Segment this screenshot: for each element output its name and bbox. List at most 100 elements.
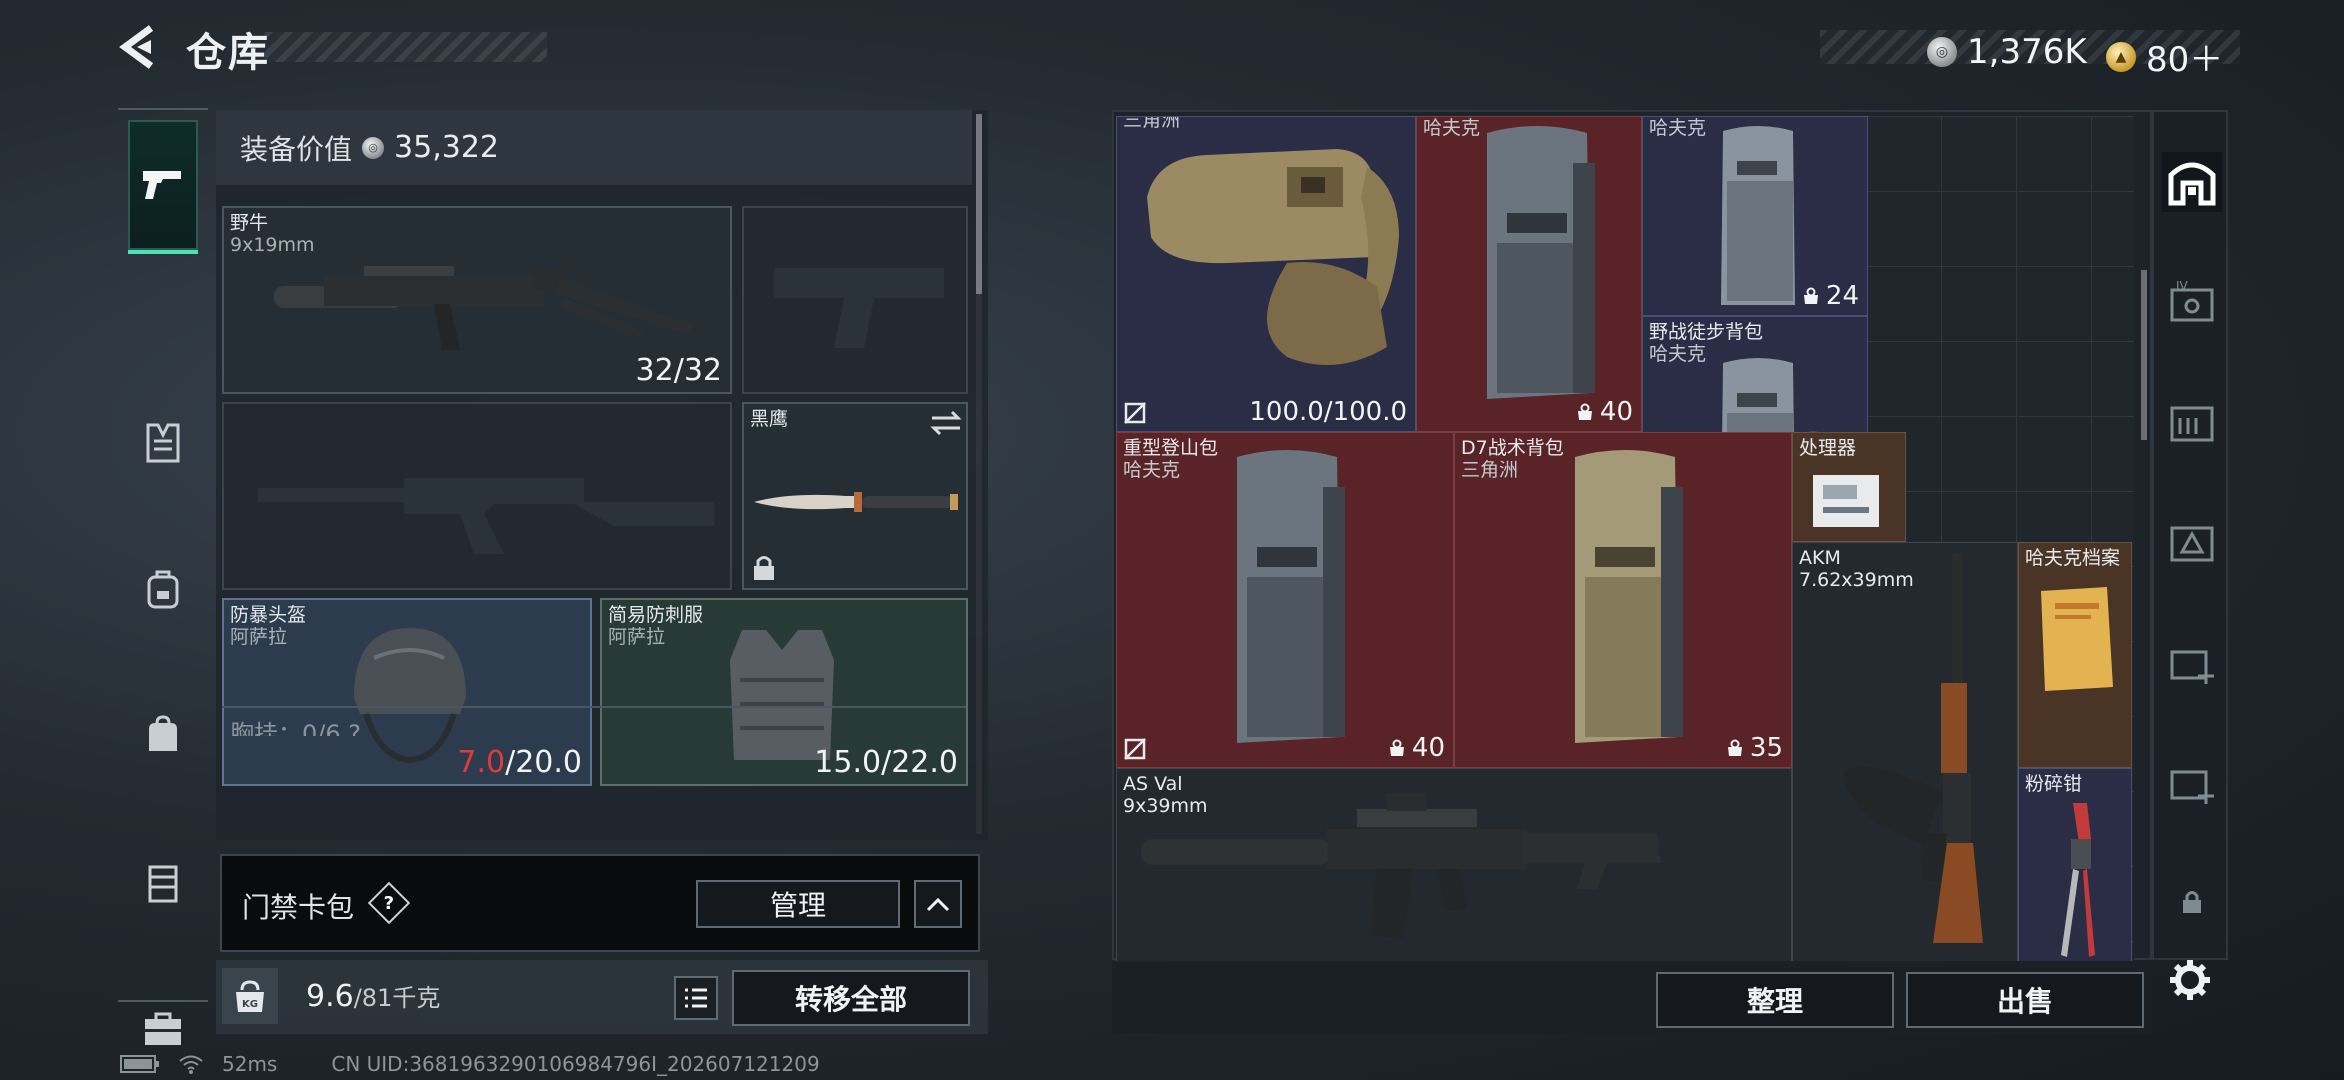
sort-button[interactable]: 整理 bbox=[1656, 972, 1894, 1028]
smg-weapon-image bbox=[274, 266, 694, 350]
stash-item-file[interactable]: 哈夫克档案 bbox=[2018, 542, 2132, 768]
stash-lock-button[interactable] bbox=[2162, 872, 2222, 932]
weight-glyph-icon bbox=[1389, 739, 1404, 756]
storage-triangle-icon bbox=[2170, 526, 2214, 562]
backpack-icon bbox=[147, 570, 179, 609]
helmet-name: 防暴头盔 bbox=[230, 604, 307, 626]
stash-action-bar: 整理 出售 bbox=[1112, 962, 2152, 1034]
stash-item-backpack-1[interactable]: 哈夫克 40 bbox=[1416, 116, 1642, 432]
plate-carrier-image bbox=[1147, 149, 1399, 365]
stash-item-d7-tactical-pack-origin: 三角洲 bbox=[1461, 459, 1519, 481]
list-view-button[interactable] bbox=[674, 976, 718, 1020]
tab-weapons[interactable] bbox=[128, 120, 198, 254]
primary-weapon-slot[interactable]: 野牛 9x19mm 32/32 bbox=[222, 206, 732, 394]
list-icon bbox=[685, 988, 707, 1008]
stash-item-heavy-mountain-pack[interactable]: 重型登山包 哈夫克 40 bbox=[1116, 432, 1454, 768]
manage-button[interactable]: 管理 bbox=[696, 880, 900, 928]
stash-scroll-thumb[interactable] bbox=[2141, 270, 2147, 440]
stash-item-heavy-mountain-pack-origin: 哈夫克 bbox=[1123, 459, 1181, 481]
armor-slot[interactable]: 简易防刺服 阿萨拉 15.0/22.0 bbox=[600, 598, 968, 786]
stash-item-backpack-1-count-value: 40 bbox=[1599, 397, 1633, 427]
swap-icon[interactable] bbox=[928, 408, 964, 438]
helmet-origin: 阿萨拉 bbox=[230, 626, 288, 648]
add-storage-icon bbox=[2170, 770, 2214, 804]
expand-button[interactable] bbox=[914, 880, 962, 928]
akm-rifle-image bbox=[1843, 553, 1983, 943]
armor-durability: 15.0/22.0 bbox=[814, 745, 958, 780]
weight-icon: KG bbox=[222, 968, 278, 1024]
stash-item-bolt-cutter[interactable]: 粉碎钳 bbox=[2018, 768, 2132, 961]
equipment-scrollbar[interactable] bbox=[976, 114, 982, 834]
gold-currency[interactable]: ▲ 80＋ bbox=[2106, 32, 2223, 81]
stash-item-d7-tactical-pack[interactable]: D7战术背包 三角洲 35 bbox=[1454, 432, 1792, 768]
transfer-all-button[interactable]: 转移全部 bbox=[732, 970, 970, 1026]
stash-item-heavy-mountain-pack-count-value: 40 bbox=[1411, 733, 1445, 763]
settings-button[interactable] bbox=[2162, 952, 2218, 1008]
stash-add-tab-2[interactable] bbox=[2162, 752, 2222, 812]
secondary-weapon-slot[interactable] bbox=[222, 402, 732, 590]
melee-slot[interactable]: 黑鹰 bbox=[742, 402, 968, 590]
stash-tab-1[interactable]: IV bbox=[2162, 272, 2222, 332]
stash-item-backpack-2-count-value: 24 bbox=[1825, 281, 1859, 311]
stash-item-vest-label: 三角洲 bbox=[1123, 116, 1181, 131]
stash-tab-2[interactable] bbox=[2162, 392, 2222, 452]
pistol-slot[interactable] bbox=[742, 206, 968, 394]
weight-glyph-icon bbox=[1727, 739, 1742, 756]
as-val-rifle-image bbox=[1141, 793, 1661, 939]
stash-item-heavy-mountain-pack-name: 重型登山包 bbox=[1123, 437, 1219, 459]
helmet-slot[interactable]: 防暴头盔 阿萨拉 7.0/20.0 bbox=[222, 598, 592, 786]
stash-item-backpack-2-origin: 哈夫克 bbox=[1649, 117, 1707, 139]
sell-button[interactable]: 出售 bbox=[1906, 972, 2144, 1028]
weight-icon-text: KG bbox=[242, 999, 258, 1010]
equipment-scroll-thumb[interactable] bbox=[976, 114, 982, 294]
storage-tier-icon: IV bbox=[2170, 280, 2214, 322]
no-insure-icon bbox=[1124, 402, 1146, 424]
storage-shelf-icon bbox=[2170, 406, 2214, 442]
help-icon-glyph: ? bbox=[383, 892, 395, 914]
back-button[interactable] bbox=[115, 22, 165, 72]
back-arrow-icon bbox=[119, 25, 154, 69]
pistol-icon bbox=[143, 171, 181, 199]
helmet-durability-current: 7.0 bbox=[457, 745, 506, 780]
stash-item-vest[interactable]: 三角洲 100.0/100.0 bbox=[1116, 116, 1416, 432]
tab-vest[interactable] bbox=[128, 408, 198, 478]
silver-coin-icon: ◎ bbox=[362, 136, 385, 159]
stash-sidebar: IV bbox=[2152, 110, 2228, 960]
stash-tab-3[interactable] bbox=[2162, 512, 2222, 572]
document-folder-image bbox=[2041, 587, 2113, 691]
stash-item-backpack-2-count: 24 bbox=[1802, 281, 1859, 311]
tabbar-bottom-line bbox=[118, 1000, 208, 1002]
chest-rig-row[interactable]: 胸挂：0/6 ? bbox=[222, 706, 966, 736]
stash-add-tab-1[interactable] bbox=[2162, 632, 2222, 692]
field-pack-image bbox=[1721, 126, 1795, 305]
tab-backpack[interactable] bbox=[128, 554, 198, 624]
armor-origin: 阿萨拉 bbox=[608, 626, 666, 648]
equipment-panel: 装备价值 ◎ 35,322 野牛 9x19mm 32/32 黑鹰 防暴头盔 阿萨… bbox=[216, 110, 988, 840]
ping-value: 52ms bbox=[222, 1052, 278, 1076]
stash-item-processor[interactable]: 处理器 bbox=[1792, 432, 1906, 542]
rifle-placeholder-icon bbox=[258, 478, 714, 554]
stash-item-file-name: 哈夫克档案 bbox=[2025, 547, 2121, 569]
stash-item-field-hiking-pack-name: 野战徒步背包 bbox=[1649, 321, 1764, 343]
stash-item-akm[interactable]: AKM 7.62x39mm bbox=[1792, 542, 2018, 961]
silver-currency[interactable]: ◎ 1,376K bbox=[1927, 32, 2087, 72]
stash-home-button[interactable] bbox=[2162, 152, 2222, 212]
stash-item-as-val[interactable]: AS Val 9x39mm bbox=[1116, 768, 1792, 961]
battery-icon bbox=[120, 1055, 159, 1073]
stash-item-heavy-mountain-pack-count: 40 bbox=[1388, 733, 1445, 763]
primary-weapon-name: 野牛 bbox=[230, 212, 269, 234]
help-icon[interactable]: ? bbox=[367, 881, 411, 925]
svg-text:IV: IV bbox=[2176, 280, 2189, 293]
weight-current: 9.6 bbox=[306, 979, 354, 1014]
stash-item-vest-origin: 三角洲 bbox=[1123, 116, 1181, 131]
helmet-image bbox=[354, 628, 466, 764]
silver-currency-value: 1,376K bbox=[1967, 32, 2087, 72]
tab-rig[interactable] bbox=[128, 848, 198, 918]
stash-item-d7-tactical-pack-name: D7战术背包 bbox=[1461, 437, 1564, 459]
tab-bag[interactable] bbox=[128, 700, 198, 770]
weight-max: /81千克 bbox=[353, 984, 441, 1012]
stash-item-backpack-2[interactable]: 哈夫克 24 bbox=[1642, 116, 1868, 316]
no-insure-icon bbox=[1124, 738, 1146, 760]
weight-value: 9.6/81千克 bbox=[306, 978, 440, 1014]
stash-item-d7-tactical-pack-count-value: 35 bbox=[1749, 733, 1783, 763]
